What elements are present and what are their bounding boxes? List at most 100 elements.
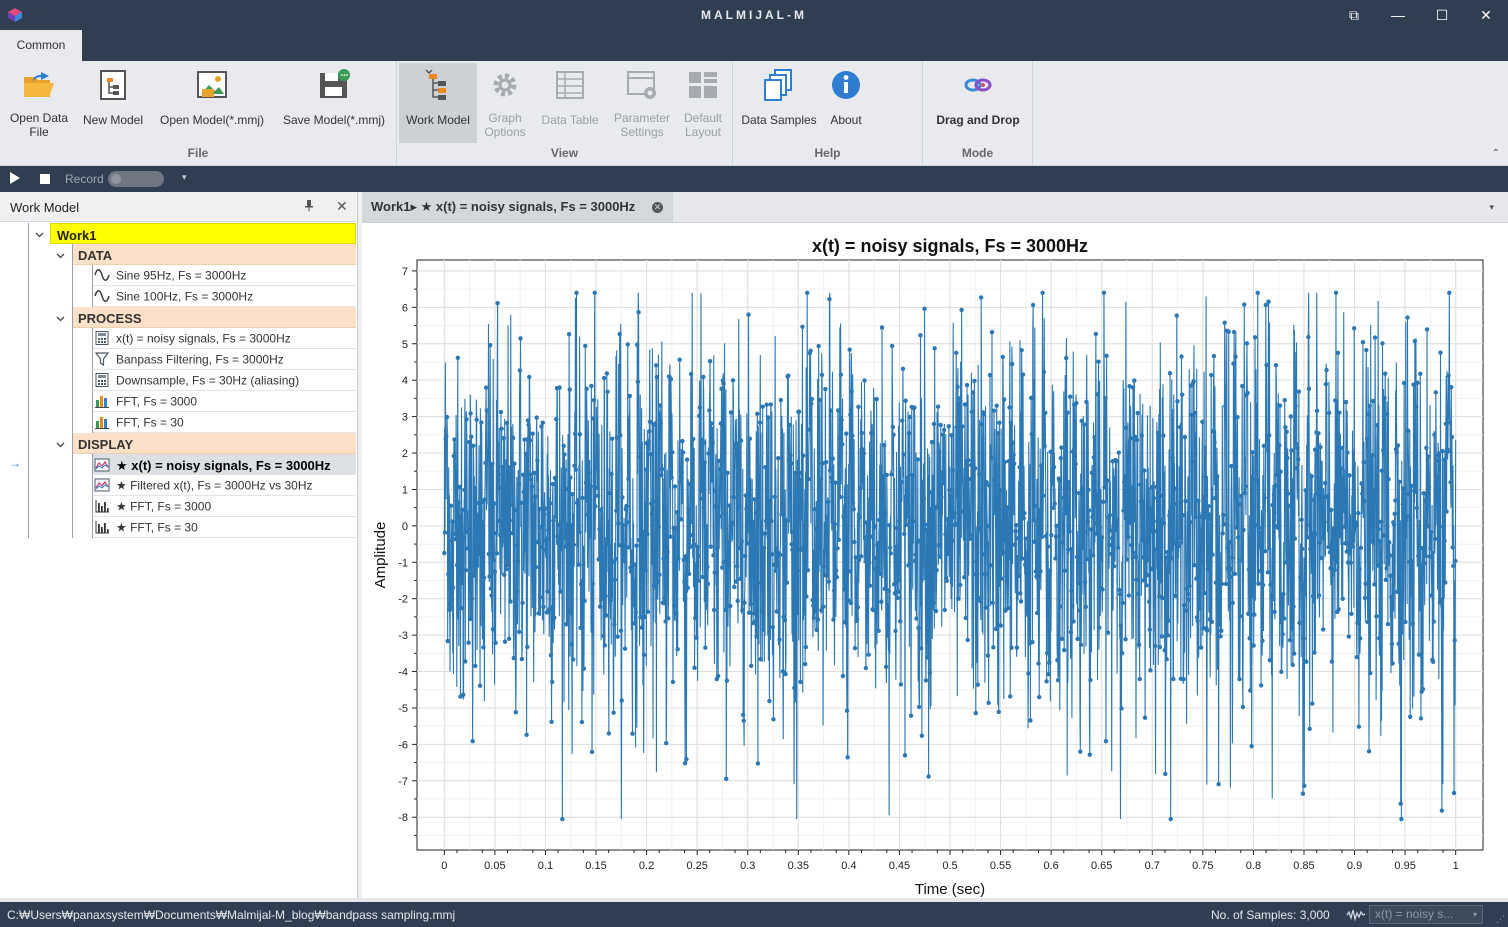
data-point [724,776,729,782]
data-point [500,538,506,543]
save-model-button[interactable]: Save Model(*.mmj) [278,63,390,143]
record-toggle[interactable] [108,171,164,187]
data-point [896,589,901,594]
open-data-file-label: Open Data File [9,111,69,139]
data-point [836,537,842,542]
data-point [501,436,506,441]
record-dropdown-icon[interactable]: ▾ [182,172,187,183]
data-point [530,431,535,436]
panel-close-button[interactable]: ✕ [336,198,348,215]
tree-category-display[interactable]: DISPLAY [72,433,356,454]
data-point [936,543,941,548]
tree-item[interactable]: Downsample, Fs = 30Hz (aliasing) [92,370,356,391]
data-point [993,483,998,488]
data-point [1414,505,1420,511]
data-point [1032,503,1038,509]
data-point [1009,645,1014,650]
data-point [1002,459,1007,465]
work-model-button[interactable]: Work Model [399,63,477,143]
tree-item[interactable]: FFT, Fs = 30 [92,412,356,433]
data-point [1331,526,1336,531]
data-point [1090,553,1096,558]
data-point [1267,658,1273,663]
new-model-button[interactable]: New Model [78,63,148,143]
data-point [1062,568,1068,573]
document-tab-close-icon[interactable]: ✕ [652,202,663,213]
data-point [1015,554,1020,560]
tree-item[interactable]: ★ x(t) = noisy signals, Fs = 3000Hz [92,454,356,475]
close-window-button[interactable]: ✕ [1464,0,1508,30]
open-data-file-button[interactable]: Open Data File [4,63,74,143]
data-point [518,336,523,341]
tree-category-expander[interactable] [54,313,66,325]
data-point [998,623,1003,628]
data-point [589,383,594,389]
data-point [1000,354,1005,360]
data-point [1382,395,1387,401]
data-table-button[interactable]: Data Table [535,63,605,143]
tree-item[interactable]: ★ FFT, Fs = 30 [92,517,356,538]
data-point [474,417,479,422]
data-point [990,600,995,605]
data-point [490,461,495,467]
data-point [1070,603,1075,609]
data-point [471,443,476,448]
data-point [1367,403,1372,409]
tree-root-expander[interactable] [33,229,45,241]
restore-layout-button[interactable]: ⧉ [1332,0,1376,30]
tree-item[interactable]: Banpass Filtering, Fs = 3000Hz [92,349,356,370]
data-point [561,443,566,448]
tree-root-work1[interactable]: Work1 [50,223,356,244]
open-model-button[interactable]: Open Model(*.mmj) [152,63,272,143]
data-point [658,421,664,426]
tree-item[interactable]: ★ Filtered x(t), Fs = 3000Hz vs 30Hz [92,475,356,496]
tree-item[interactable]: Sine 100Hz, Fs = 3000Hz [92,286,356,307]
maximize-button[interactable]: ☐ [1420,0,1464,30]
tree-item-label: FFT, Fs = 3000 [116,394,198,409]
tree-item[interactable]: ★ FFT, Fs = 3000 [92,496,356,517]
series-select[interactable]: x(t) = noisy s... ▾ [1369,905,1483,924]
data-point [900,418,905,423]
graph-options-button[interactable]: Graph Options [477,63,533,143]
tree-category-data[interactable]: DATA [72,244,356,265]
data-point [1374,614,1379,619]
collapse-ribbon-button[interactable]: ⌃ [1492,148,1500,159]
tree-item[interactable]: x(t) = noisy signals, Fs = 3000Hz [92,328,356,349]
data-samples-button[interactable]: Data Samples [739,63,819,143]
default-layout-button[interactable]: Default Layout [677,63,729,143]
data-point [1109,535,1115,541]
tree-category-process[interactable]: PROCESS [72,307,356,328]
minimize-button[interactable]: — [1376,0,1420,30]
x-tick-label: 0.35 [788,860,809,872]
data-point [1211,428,1216,434]
stop-icon[interactable] [40,174,50,184]
tree-category-expander[interactable] [54,439,66,451]
data-point [1101,499,1106,505]
about-button[interactable]: About [821,63,871,143]
data-point [517,368,523,373]
document-menu-icon[interactable]: ▾ [1489,202,1494,213]
data-point [701,374,706,380]
data-point [1335,350,1341,356]
parameter-settings-button[interactable]: Parameter Settings [607,63,677,143]
data-point [794,591,799,597]
tree-item[interactable]: Sine 95Hz, Fs = 3000Hz [92,265,356,286]
data-point [1010,440,1016,445]
tab-common[interactable]: Common [0,30,82,61]
data-point [771,717,776,722]
data-point [1364,436,1370,441]
resize-grip-icon[interactable]: ⋰ [1496,914,1505,925]
data-point [527,438,533,443]
play-icon[interactable] [10,172,20,184]
pin-icon[interactable] [304,200,314,215]
document-tab[interactable]: Work1▸ ★ x(t) = noisy signals, Fs = 3000… [362,192,673,222]
tree-category-expander[interactable] [54,250,66,262]
data-point [1375,563,1380,568]
data-point [823,459,829,465]
data-point [557,385,562,390]
data-point [927,547,932,552]
data-point [1210,552,1215,557]
data-point [712,570,717,575]
tree-item[interactable]: FFT, Fs = 3000 [92,391,356,412]
drag-and-drop-button[interactable]: Drag and Drop [927,63,1029,143]
